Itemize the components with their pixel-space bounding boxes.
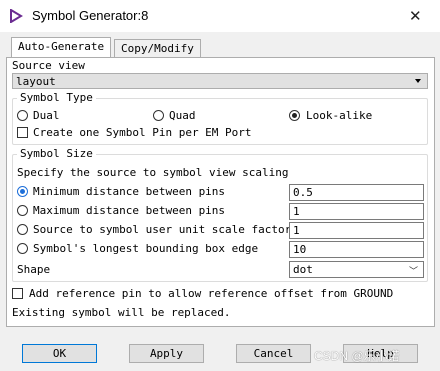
radio-look-alike[interactable] xyxy=(289,110,300,121)
radio-dual[interactable] xyxy=(17,110,28,121)
app-icon xyxy=(10,9,23,23)
radio-quad-label: Quad xyxy=(169,109,196,122)
checkbox-pin-per-em-port[interactable] xyxy=(17,127,28,138)
scale-factor-input[interactable]: 1 xyxy=(289,222,424,239)
chevron-down-icon xyxy=(415,79,421,83)
min-distance-input[interactable]: 0.5 xyxy=(289,184,424,201)
source-view-label: Source view xyxy=(12,59,85,72)
shape-select[interactable]: dot ﹀ xyxy=(289,261,424,278)
apply-button[interactable]: Apply xyxy=(129,344,204,363)
window-title: Symbol Generator:8 xyxy=(32,8,149,23)
tab-copy-modify[interactable]: Copy/Modify xyxy=(114,39,201,58)
radio-max-distance-label: Maximum distance between pins xyxy=(33,204,226,217)
radio-bounding-box-edge-label: Symbol's longest bounding box edge xyxy=(33,242,259,255)
tab-auto-generate[interactable]: Auto-Generate xyxy=(11,37,112,58)
radio-min-distance[interactable] xyxy=(17,186,28,197)
checkbox-pin-per-em-port-label: Create one Symbol Pin per EM Port xyxy=(33,126,252,139)
scaling-description: Specify the source to symbol view scalin… xyxy=(17,166,289,179)
radio-scale-factor-label: Source to symbol user unit scale factor xyxy=(33,223,292,236)
symbol-size-legend: Symbol Size xyxy=(17,147,96,160)
ok-button[interactable]: OK xyxy=(22,344,97,363)
symbol-type-legend: Symbol Type xyxy=(17,91,96,104)
chevron-down-icon: ﹀ xyxy=(408,267,418,277)
radio-bounding-box-edge[interactable] xyxy=(17,243,28,254)
shape-label: Shape xyxy=(17,263,51,276)
bounding-box-edge-input[interactable]: 10 xyxy=(289,241,424,258)
source-view-select[interactable]: layout xyxy=(12,73,428,89)
radio-quad[interactable] xyxy=(153,110,164,121)
radio-dual-label: Dual xyxy=(33,109,60,122)
source-view-value: layout xyxy=(16,75,56,88)
checkbox-reference-pin-label: Add reference pin to allow reference off… xyxy=(29,287,394,300)
replace-notice: Existing symbol will be replaced. xyxy=(12,306,231,319)
checkbox-reference-pin[interactable] xyxy=(12,288,23,299)
watermark: CSDN @乐小诺 xyxy=(314,349,400,363)
radio-look-alike-label: Look-alike xyxy=(306,109,373,122)
radio-max-distance[interactable] xyxy=(17,205,28,216)
radio-scale-factor[interactable] xyxy=(17,224,28,235)
radio-min-distance-label: Minimum distance between pins xyxy=(33,185,226,198)
cancel-button[interactable]: Cancel xyxy=(236,344,311,363)
max-distance-input[interactable]: 1 xyxy=(289,203,424,220)
close-icon[interactable]: ✕ xyxy=(409,7,422,25)
shape-value: dot xyxy=(293,263,313,276)
